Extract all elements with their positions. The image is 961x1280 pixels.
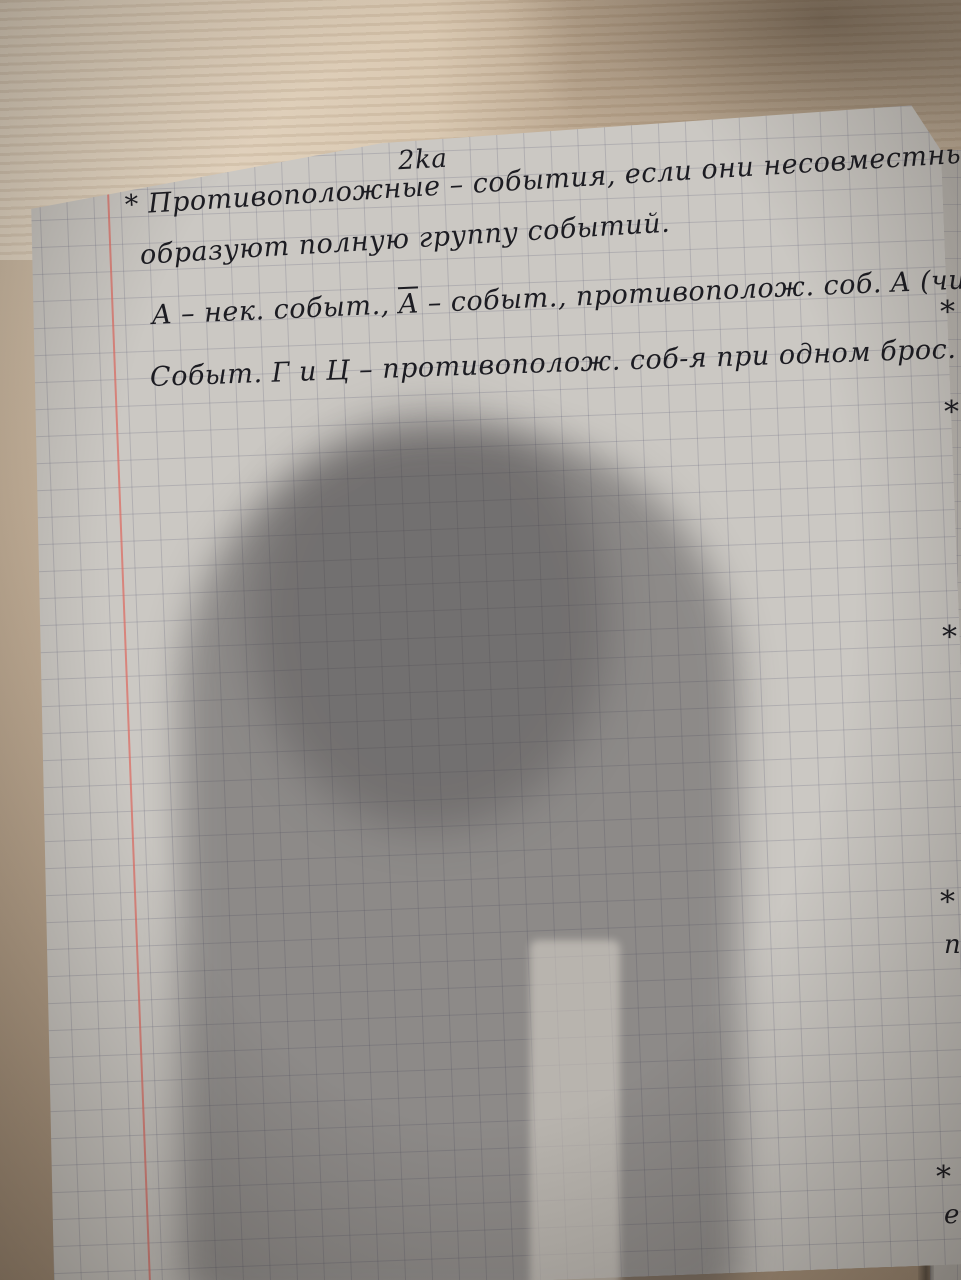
right-page-mark-5: * <box>936 1160 951 1195</box>
phone-shadow <box>180 430 740 1280</box>
right-page-mark-6: п <box>944 930 961 960</box>
bullet-star-icon: * <box>124 189 140 221</box>
light-strip <box>530 940 620 1280</box>
right-page-mark-4: * <box>940 885 955 920</box>
photo-scene: 2ka * Противоположные – события, если он… <box>0 0 961 1280</box>
red-margin-line <box>105 136 152 1280</box>
right-page-mark-1: * <box>940 295 955 330</box>
line-3-overlined-a: A <box>398 288 420 321</box>
right-page-mark-3: * <box>942 620 957 655</box>
right-page-mark-7: е <box>944 1200 960 1230</box>
right-page-mark-2: * <box>944 395 959 430</box>
